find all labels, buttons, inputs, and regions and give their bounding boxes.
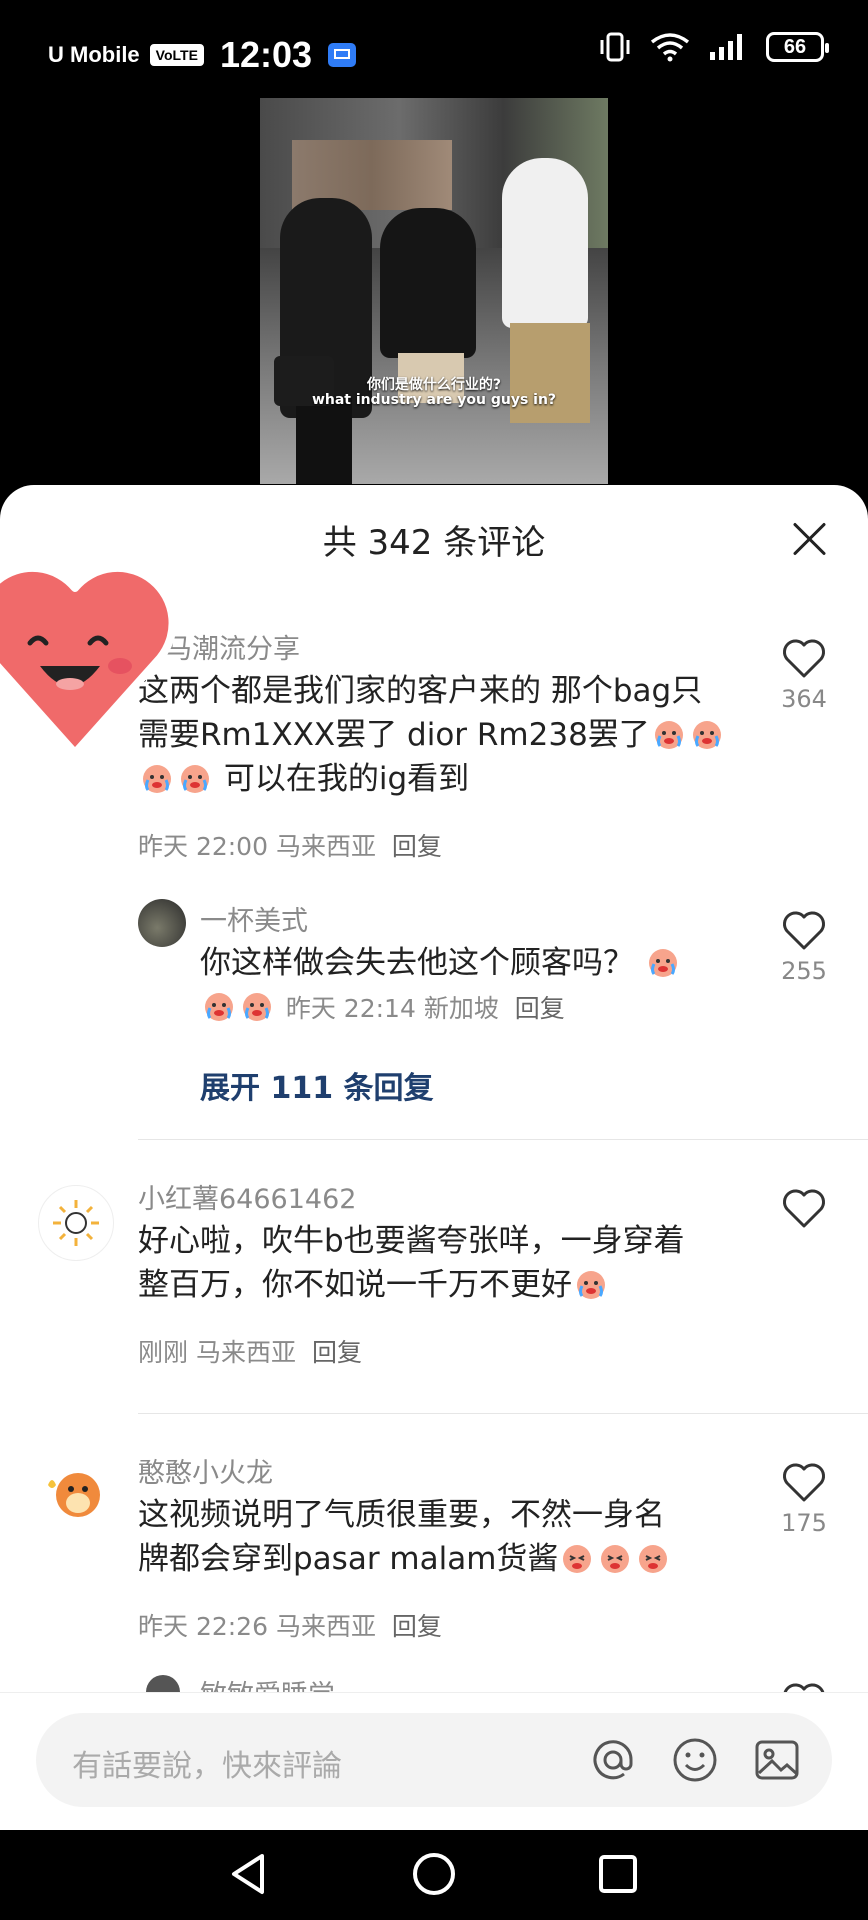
comment-text-segment: 你这样做会失去他这个顾客吗？ — [200, 945, 634, 981]
crying-emoji-icon — [181, 765, 209, 793]
like-count: 255 — [781, 957, 827, 985]
comment-text-segment: 牌都会穿到pasar malam货酱 — [138, 1541, 559, 1577]
avatar[interactable] — [38, 1185, 114, 1261]
like-button[interactable] — [774, 1187, 834, 1229]
comment-text-line: 你这样做会失去他这个顾客吗？ — [200, 941, 760, 985]
comment-text-line: 好心啦，吹牛b也要酱夸张咩，一身穿着 — [138, 1223, 685, 1259]
comment-text-line: 需要Rm1XXX罢了 dior Rm238罢了 — [138, 713, 758, 757]
battery-indicator: 66 — [766, 32, 829, 62]
comment-text-segment: 整百万，你不如说一千万不更好 — [138, 1267, 572, 1303]
comment-meta: 刚刚 马来西亚 回复 — [138, 1333, 362, 1369]
dragon-mascot-icon — [48, 1473, 100, 1517]
comment-time: 昨天 22:26 — [138, 1612, 268, 1641]
crying-emoji-icon — [692, 721, 721, 749]
message-notification-icon — [328, 43, 357, 67]
heart-outline-icon — [783, 639, 825, 678]
comment-time: 昨天 22:14 — [285, 994, 416, 1023]
system-nav-bar — [0, 1830, 868, 1920]
comment-text-line: 昨天 22:14 新加坡 回复 — [200, 985, 760, 1031]
comment-text-line: 可以在我的ig看到 — [138, 757, 758, 801]
reply-button[interactable]: 回复 — [392, 832, 442, 861]
comment-meta: 昨天 22:14 新加坡 回复 — [286, 994, 565, 1023]
sun-icon — [53, 1200, 99, 1246]
comment-input-placeholder: 有話要說，快來評論 — [72, 1749, 342, 1784]
comment-location: 马来西亚 — [195, 1338, 296, 1367]
crying-emoji-icon — [654, 721, 683, 749]
comment-text-segment: 可以在我的ig看到 — [223, 761, 470, 797]
home-icon[interactable] — [410, 1850, 458, 1898]
comment-text: 这视频说明了气质很重要，不然一身名 牌都会穿到pasar malam货酱 — [138, 1493, 758, 1581]
person-figure — [380, 208, 476, 358]
comment-author[interactable]: 一杯美式 — [200, 899, 308, 938]
wifi-icon — [650, 33, 690, 62]
close-icon[interactable] — [790, 519, 830, 559]
reply-button[interactable]: 回复 — [392, 1612, 442, 1641]
smiling-heart-sticker-icon — [0, 563, 177, 757]
carrier-name: U Mobile — [48, 42, 140, 67]
comment-text-line: 这两个都是我们家的客户来的 那个bag只 — [138, 673, 703, 709]
like-count: 364 — [781, 685, 827, 713]
clock: 12:03 — [219, 34, 313, 75]
avatar[interactable] — [38, 1455, 112, 1529]
video-thumbnail[interactable]: 你们是做什么行业的? what industry are you guys in… — [260, 98, 608, 484]
comment-location: 马来西亚 — [275, 1612, 376, 1641]
divider — [138, 1413, 868, 1414]
comment-meta: 昨天 22:26 马来西亚 回复 — [138, 1607, 442, 1643]
laughing-emoji-icon — [601, 1545, 630, 1573]
like-button[interactable]: 364 — [774, 637, 834, 713]
volte-badge: VoLTE — [149, 44, 204, 66]
like-count: 175 — [781, 1509, 827, 1537]
comment-meta: 昨天 22:00 马来西亚 回复 — [138, 827, 442, 863]
signal-icon — [710, 34, 742, 60]
heart-outline-icon — [783, 1463, 825, 1502]
person-figure — [502, 158, 588, 328]
status-bar: U Mobile VoLTE 12:03 66 — [0, 0, 868, 110]
avatar[interactable] — [138, 899, 186, 947]
video-caption-en: what industry are you guys in? — [311, 392, 557, 408]
comment-text-segment: 需要Rm1XXX罢了 dior Rm238罢了 — [138, 717, 650, 753]
person-figure — [296, 398, 352, 484]
reply-button[interactable]: 回复 — [312, 1338, 362, 1367]
vibrate-icon — [600, 32, 630, 62]
reply-button[interactable]: 回复 — [515, 994, 565, 1023]
comment-location: 马来西亚 — [275, 832, 376, 861]
heart-outline-icon — [783, 911, 825, 950]
divider — [138, 1139, 868, 1140]
image-icon[interactable] — [752, 1735, 802, 1785]
expand-replies-link[interactable]: 展开 111 条回复 — [200, 1063, 434, 1107]
comment-text: 好心啦，吹牛b也要酱夸张咩，一身穿着 整百万，你不如说一千万不更好 — [138, 1219, 758, 1307]
comment-text-line: 牌都会穿到pasar malam货酱 — [138, 1537, 758, 1581]
heart-outline-icon — [783, 1189, 825, 1228]
back-icon[interactable] — [226, 1850, 270, 1898]
crying-emoji-icon — [243, 993, 271, 1021]
comment-text-line: 这视频说明了气质很重要，不然一身名 — [138, 1497, 665, 1533]
laughing-emoji-icon — [639, 1545, 668, 1573]
like-button[interactable]: 255 — [774, 909, 834, 985]
comment-input[interactable]: 有話要說，快來評論 — [36, 1713, 832, 1807]
comment-author[interactable]: 小红薯64661462 — [138, 1177, 356, 1216]
comment-time: 刚刚 — [138, 1338, 189, 1367]
comment-time: 昨天 22:00 — [138, 832, 268, 861]
comment-text-line: 整百万，你不如说一千万不更好 — [138, 1263, 758, 1307]
person-figure — [510, 323, 590, 423]
comment-author[interactable]: 憨憨小火龙 — [138, 1451, 273, 1490]
laughing-emoji-icon — [563, 1545, 592, 1573]
recents-icon[interactable] — [596, 1850, 640, 1898]
comment-input-bar: 有話要說，快來評論 — [0, 1692, 868, 1831]
at-icon[interactable] — [588, 1735, 638, 1785]
comment-text: 你这样做会失去他这个顾客吗？ 昨天 22:14 新加坡 回复 — [200, 941, 760, 1031]
crying-emoji-icon — [205, 993, 233, 1021]
comment-location: 新加坡 — [423, 994, 499, 1023]
like-button[interactable]: 175 — [774, 1461, 834, 1537]
video-caption-cn: 你们是做什么行业的? — [366, 377, 502, 393]
comment-text: 这两个都是我们家的客户来的 那个bag只 需要Rm1XXX罢了 dior Rm2… — [138, 669, 758, 801]
smiley-icon[interactable] — [670, 1735, 720, 1785]
crying-emoji-icon — [648, 949, 677, 977]
crying-emoji-icon — [577, 1271, 605, 1299]
